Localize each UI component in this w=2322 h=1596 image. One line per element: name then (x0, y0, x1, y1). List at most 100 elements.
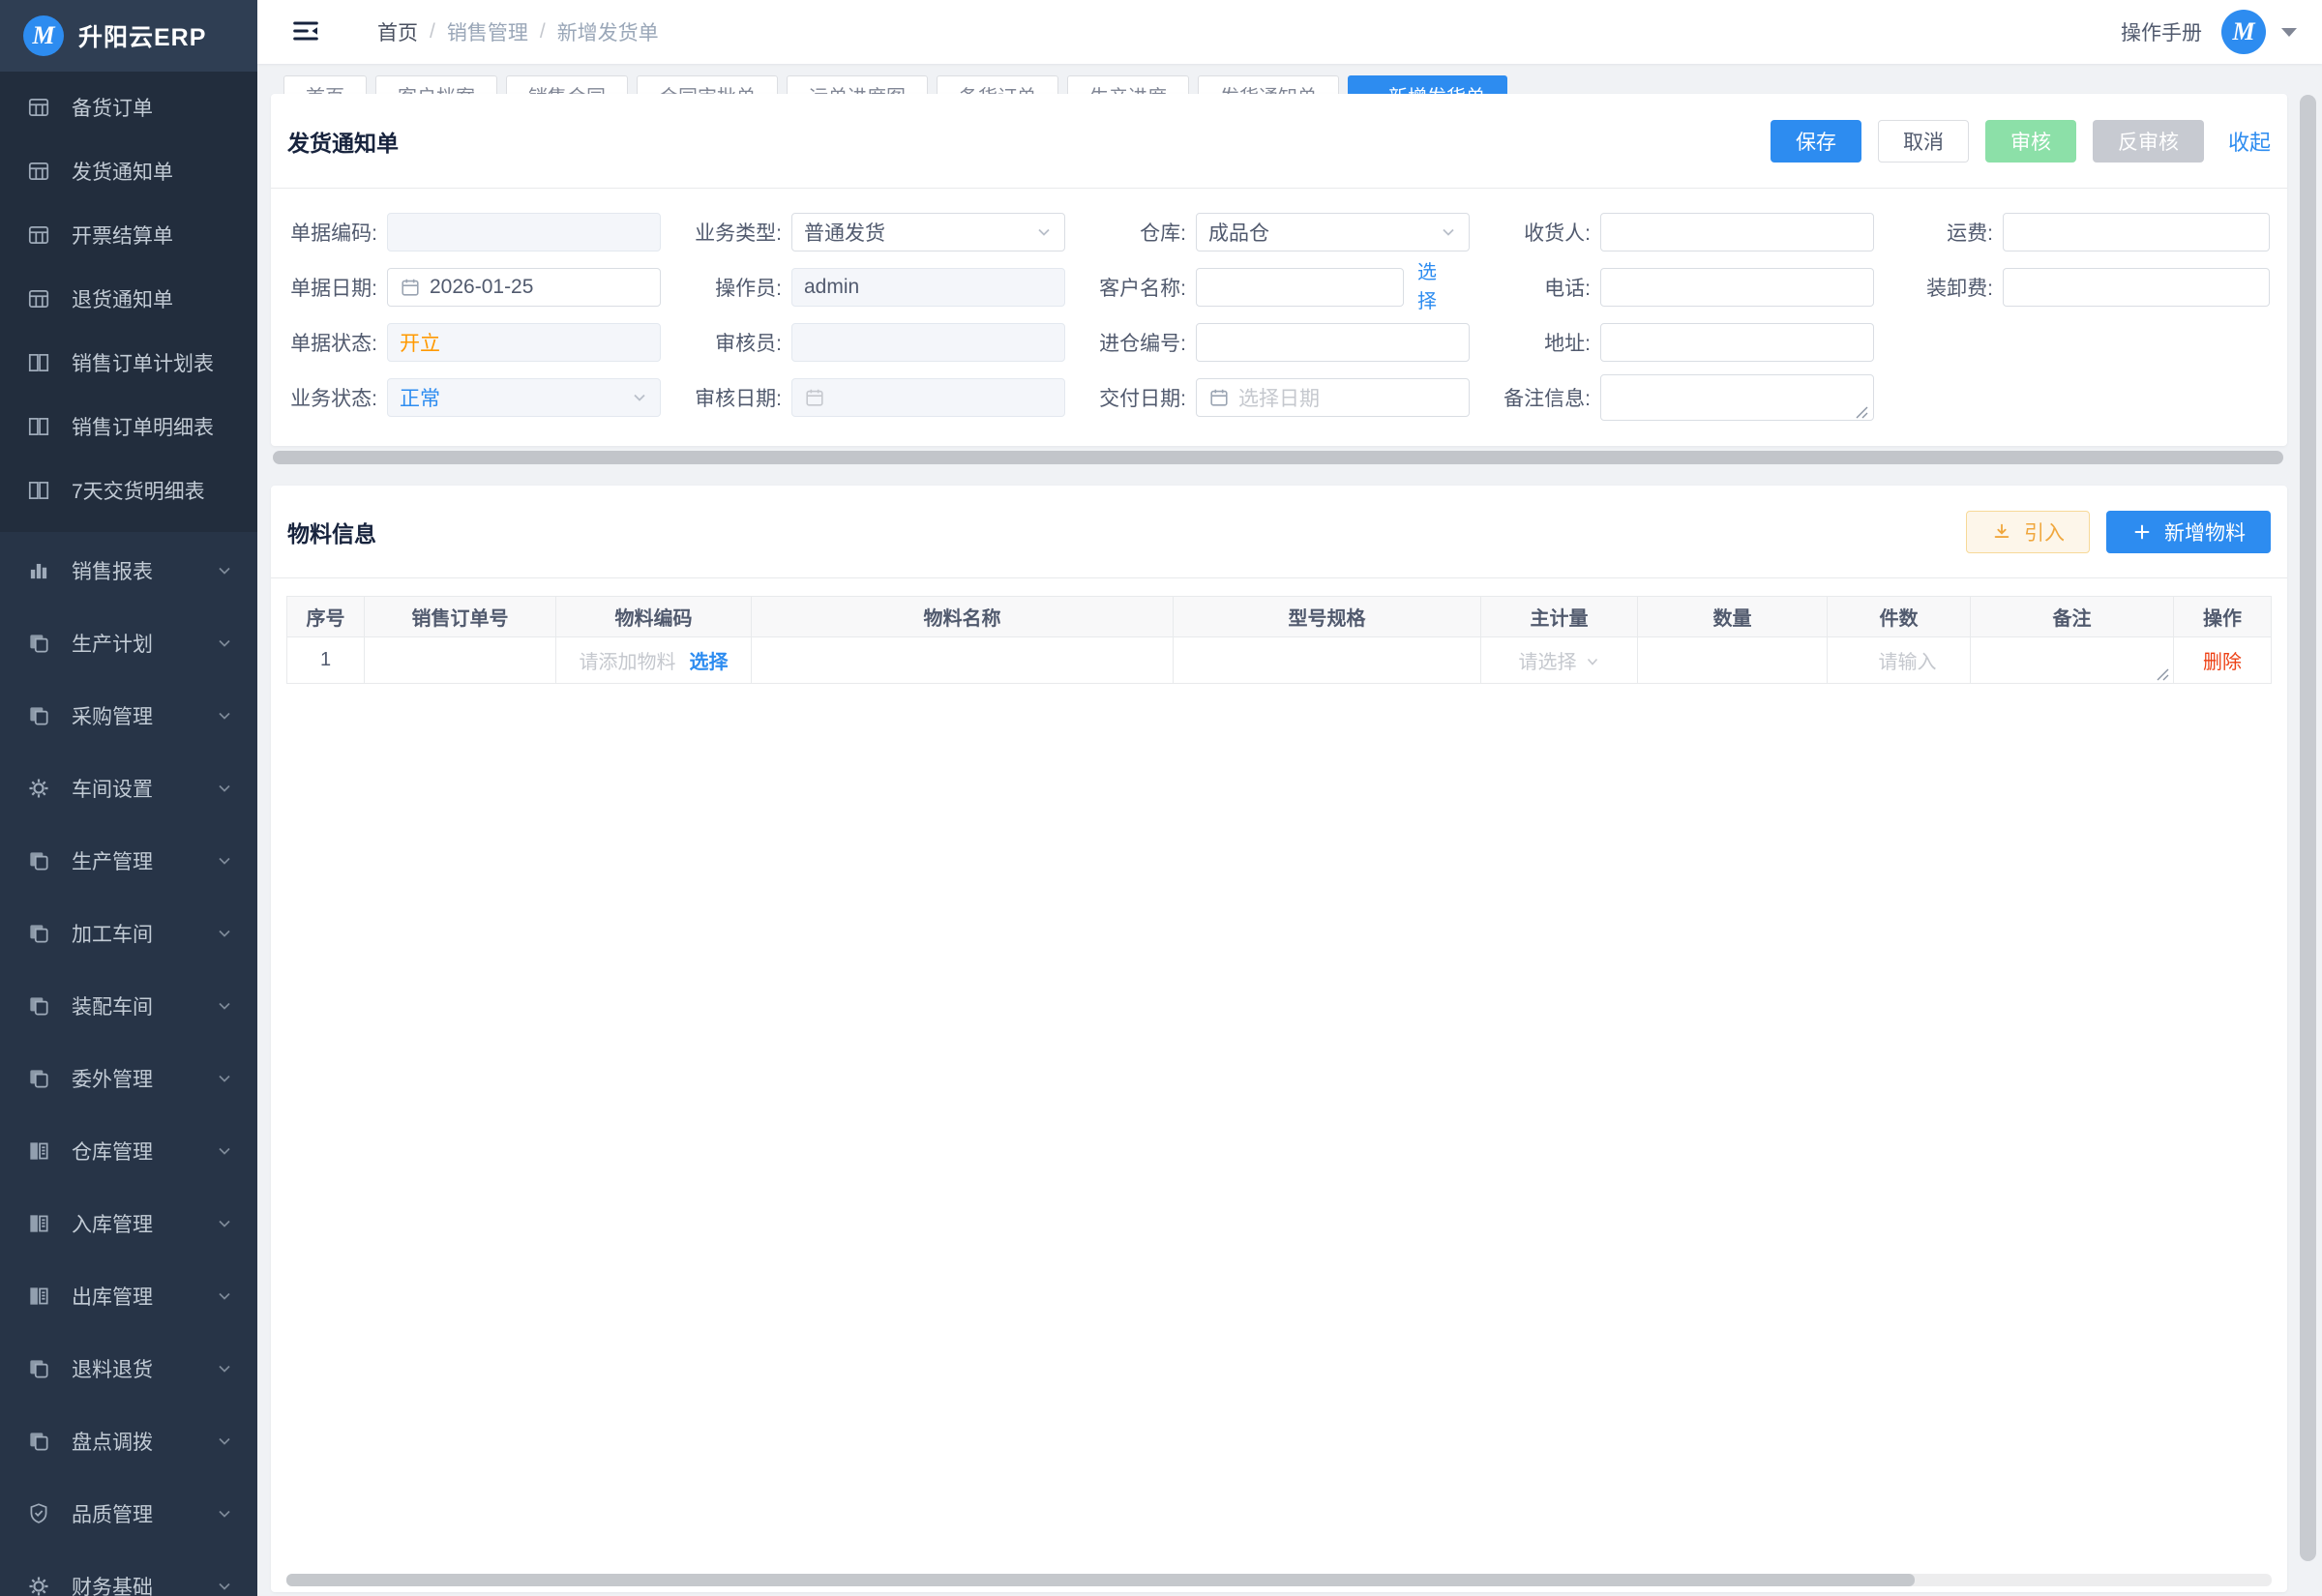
sidebar-item-stocktake-transfer[interactable]: 盘点调拨 (0, 1404, 257, 1477)
doc-date-input[interactable]: 2026-01-25 (387, 268, 661, 307)
app-logo-icon: M (23, 15, 64, 56)
sidebar-item-processing-workshop[interactable]: 加工车间 (0, 897, 257, 969)
collapse-form-link[interactable]: 收起 (2228, 126, 2271, 157)
resize-handle-icon[interactable] (2155, 665, 2170, 680)
delivery-date-input[interactable]: 选择日期 (1196, 378, 1470, 417)
biz-type-select[interactable]: 普通发货 (791, 213, 1065, 251)
chevron-down-icon (215, 1214, 234, 1233)
breadcrumb-item[interactable]: 销售管理 (447, 17, 528, 46)
consignee-input[interactable] (1600, 213, 1874, 251)
grid-table-icon (25, 94, 52, 121)
content-area: 首页/销售管理/新增发货单 操作手册 M 首页客户档案销售合同合同审批单运单进度… (257, 0, 2322, 1596)
help-manual-link[interactable]: 操作手册 (2121, 17, 2202, 46)
app-title: 升阳云ERP (78, 18, 206, 53)
chevron-down-icon (215, 706, 234, 725)
breadcrumb-item: 新增发货单 (557, 17, 659, 46)
sidebar-item-sales-report[interactable]: 销售报表 (0, 534, 257, 606)
doc-status-field: 开立 (387, 323, 661, 362)
cell-spec (1174, 637, 1481, 684)
warehouse-select[interactable]: 成品仓 (1196, 213, 1470, 251)
cancel-button[interactable]: 取消 (1878, 120, 1969, 163)
doc-code-label: 单据编码: (286, 218, 387, 247)
table-row: 1 请添加物料选择 请选择 请 (287, 637, 2272, 684)
sidebar-item-material-return[interactable]: 退料退货 (0, 1332, 257, 1404)
freight-input[interactable] (2003, 213, 2270, 251)
sidebar-item-outsourcing-mgmt[interactable]: 委外管理 (0, 1042, 257, 1114)
column-header: 主计量 (1481, 597, 1638, 637)
bar-chart-icon (25, 557, 52, 584)
column-header: 型号规格 (1174, 597, 1481, 637)
collapse-sidebar-icon[interactable] (290, 15, 323, 48)
address-input[interactable] (1600, 323, 1874, 362)
user-menu-caret-icon[interactable] (2281, 28, 2297, 37)
materials-header: 物料信息 引入 新增物料 (271, 486, 2287, 578)
biz-status-select[interactable]: 正常 (387, 378, 661, 417)
remark-textarea[interactable] (1600, 374, 1874, 421)
delete-row-link[interactable]: 删除 (2203, 652, 2242, 673)
sidebar-item-assembly-workshop[interactable]: 装配车间 (0, 969, 257, 1042)
sidebar-item-warehouse-mgmt[interactable]: 仓库管理 (0, 1114, 257, 1187)
sidebar-item-production-mgmt[interactable]: 生产管理 (0, 824, 257, 897)
add-material-button[interactable]: 新增物料 (2106, 511, 2271, 553)
sidebar-item-delivery-notice[interactable]: 发货通知单 (0, 139, 257, 203)
materials-title: 物料信息 (287, 516, 376, 548)
import-button[interactable]: 引入 (1966, 511, 2090, 553)
sidebar-item-sales-order-detail[interactable]: 销售订单明细表 (0, 395, 257, 458)
chevron-down-icon (215, 1286, 234, 1306)
materials-card: 物料信息 引入 新增物料 (271, 486, 2287, 1592)
sidebar-item-label: 委外管理 (72, 1064, 215, 1093)
sidebar-item-quality-mgmt[interactable]: 品质管理 (0, 1477, 257, 1550)
audit-button[interactable]: 审核 (1985, 120, 2076, 163)
delivery-date-label: 交付日期: (1095, 383, 1196, 412)
copy-icon (25, 630, 52, 657)
chevron-down-icon (215, 1432, 234, 1451)
save-button[interactable]: 保存 (1771, 120, 1861, 163)
copy-icon (25, 702, 52, 729)
sidebar-item-label: 开票结算单 (72, 221, 234, 250)
cell-pieces[interactable]: 请输入 (1828, 637, 1971, 684)
reverse-audit-button[interactable]: 反审核 (2093, 120, 2204, 163)
app-logo[interactable]: M 升阳云ERP (0, 0, 257, 72)
sidebar-item-label: 加工车间 (72, 919, 215, 948)
sidebar-item-workshop-settings[interactable]: 车间设置 (0, 752, 257, 824)
delivery-notice-card: 发货通知单 保存 取消 审核 反审核 收起 单据编码: 业务类型: 普通发货 仓… (271, 94, 2287, 446)
breadcrumb-separator: / (540, 20, 546, 44)
customer-input[interactable] (1196, 268, 1404, 307)
customer-select-button[interactable]: 选择 (1412, 258, 1443, 316)
sidebar-item-inbound-mgmt[interactable]: 入库管理 (0, 1187, 257, 1259)
cell-remark[interactable] (1971, 637, 2174, 684)
delivery-form: 单据编码: 业务类型: 普通发货 仓库: 成品仓 收货人: 运费: 单据日期: (271, 189, 2287, 446)
warehouse-entry-no-input[interactable] (1196, 323, 1470, 362)
form-horizontal-scrollbar-thumb[interactable] (273, 451, 2283, 464)
resize-handle-icon[interactable] (1855, 401, 1870, 417)
sidebar: M 升阳云ERP 备货订单发货通知单开票结算单退货通知单销售订单计划表销售订单明… (0, 0, 257, 1596)
sidebar-item-finance-basics[interactable]: 财务基础 (0, 1550, 257, 1596)
phone-input[interactable] (1600, 268, 1874, 307)
sidebar-item-return-notice[interactable]: 退货通知单 (0, 267, 257, 331)
handling-fee-input[interactable] (2003, 268, 2270, 307)
cell-unit[interactable]: 请选择 (1481, 637, 1638, 684)
warehouse-label: 仓库: (1095, 218, 1196, 247)
sidebar-item-seven-day-delivery-detail[interactable]: 7天交货明细表 (0, 458, 257, 522)
calendar-icon (804, 387, 825, 408)
sidebar-item-invoice-settlement[interactable]: 开票结算单 (0, 203, 257, 267)
sidebar-item-outbound-mgmt[interactable]: 出库管理 (0, 1259, 257, 1332)
sidebar-item-label: 7天交货明细表 (72, 476, 234, 505)
sidebar-item-sales-order-plan[interactable]: 销售订单计划表 (0, 331, 257, 395)
materials-table-header-row: 序号销售订单号物料编码物料名称型号规格主计量数量件数备注操作 (287, 597, 2272, 637)
column-header: 物料编码 (556, 597, 752, 637)
page-vertical-scrollbar-thumb[interactable] (2300, 95, 2316, 1561)
avatar[interactable]: M (2221, 10, 2266, 54)
materials-table-wrap: 序号销售订单号物料编码物料名称型号规格主计量数量件数备注操作 1 请添加物料选择 (271, 578, 2287, 684)
chevron-down-icon (215, 1504, 234, 1523)
sidebar-item-production-plan[interactable]: 生产计划 (0, 606, 257, 679)
cell-quantity[interactable] (1638, 637, 1828, 684)
sidebar-item-purchase-mgmt[interactable]: 采购管理 (0, 679, 257, 752)
table-horizontal-scrollbar-thumb[interactable] (286, 1574, 1915, 1586)
cell-sales-order[interactable] (365, 637, 556, 684)
chevron-down-icon (215, 1069, 234, 1088)
material-select-link[interactable]: 选择 (690, 652, 729, 673)
sidebar-item-stock-order[interactable]: 备货订单 (0, 75, 257, 139)
breadcrumb-item[interactable]: 首页 (377, 17, 418, 46)
gear-icon (25, 1573, 52, 1596)
